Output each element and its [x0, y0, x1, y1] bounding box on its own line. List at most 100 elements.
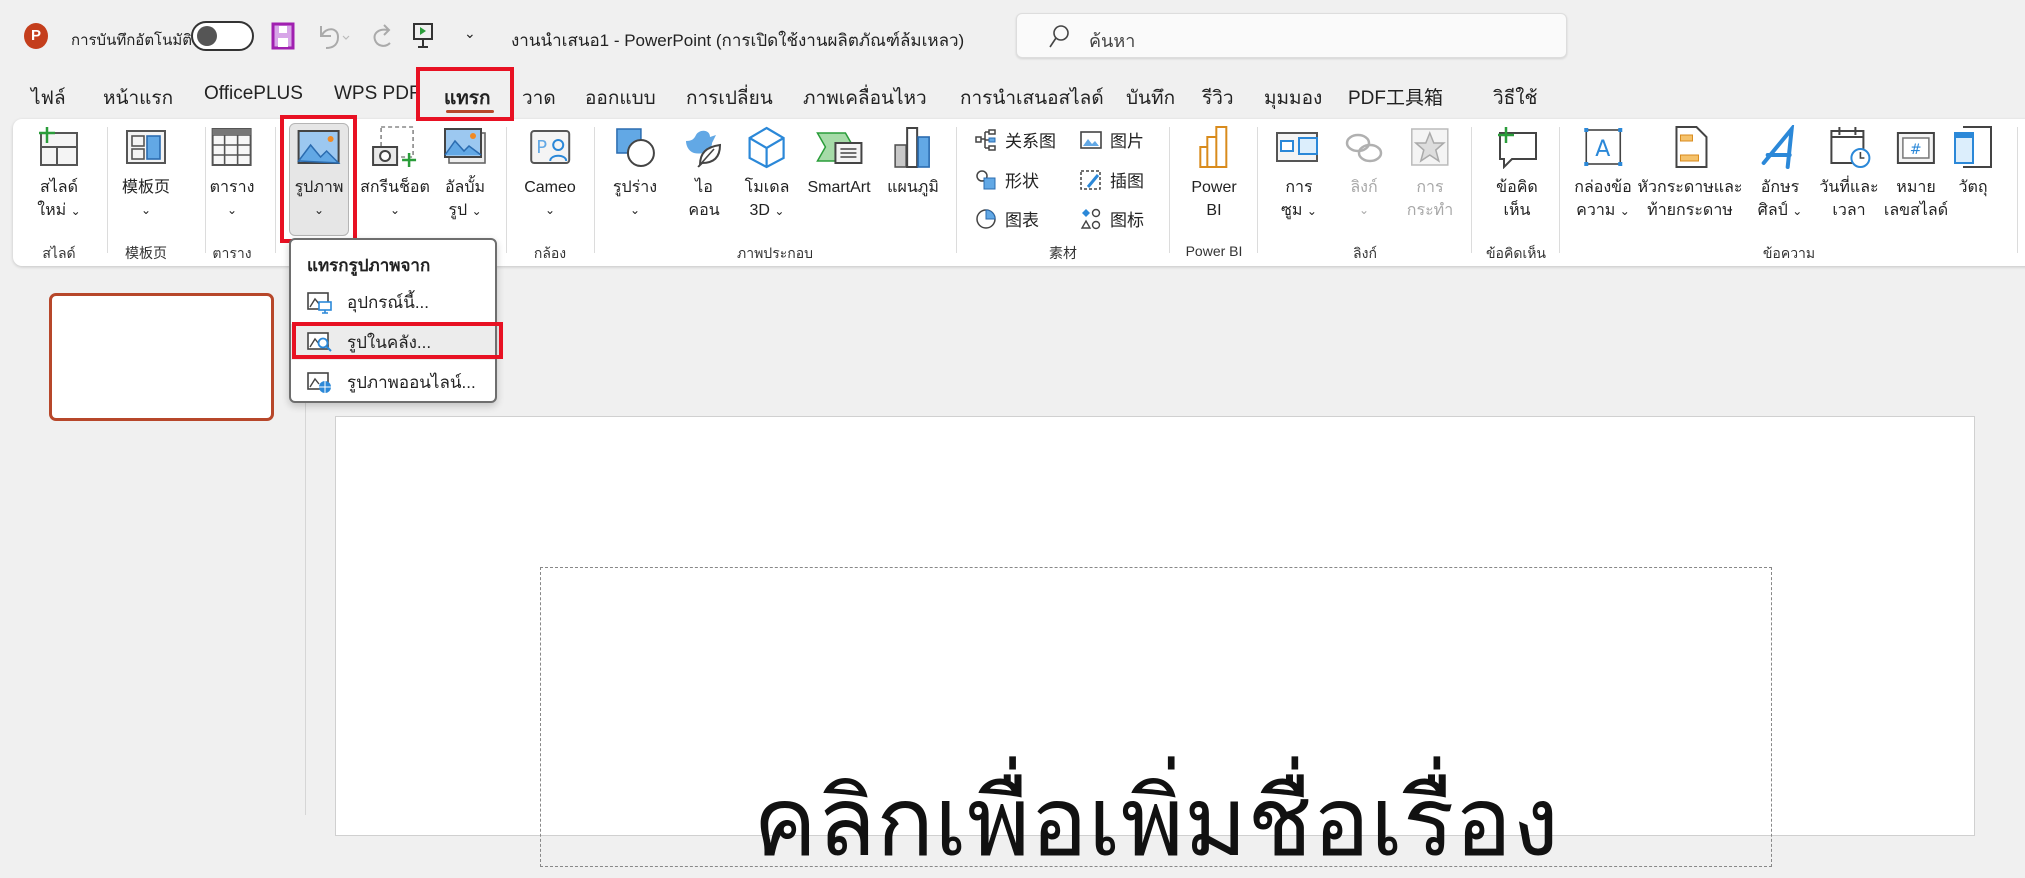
title-placeholder[interactable]: คลิกเพื่อเพิ่มชื่อเรื่อง	[540, 567, 1772, 876]
new-slide-button[interactable]: สไลด์ ใหม่ ⌄	[37, 125, 81, 223]
tab-record[interactable]: บันทึก	[1126, 83, 1175, 113]
template-button[interactable]: 模板页 ⌄	[122, 125, 170, 222]
tab-insert[interactable]: แทรก	[444, 83, 490, 113]
tab-pdf-toolbox[interactable]: PDF工具箱	[1348, 83, 1443, 110]
customize-qat-icon[interactable]: ⌄	[464, 25, 476, 42]
group-label-assets: 素材	[1049, 245, 1077, 261]
search-box[interactable]: ค้นหา	[1016, 13, 1567, 58]
asset-illustration-button[interactable]: 插图	[1080, 167, 1144, 192]
asset-icon-button[interactable]: 图标	[1080, 206, 1144, 231]
icons-icon	[686, 130, 722, 168]
tab-officeplus[interactable]: OfficePLUS	[204, 83, 303, 105]
slide-number-button[interactable]: # หมาย เลขสไลด์	[1884, 125, 1948, 222]
cameo-icon: P	[529, 130, 570, 164]
divider	[956, 127, 957, 253]
calendar-clock-icon	[1830, 127, 1870, 168]
table-label: ตาราง	[209, 179, 255, 196]
asset-picture-button[interactable]: 图片	[1080, 127, 1144, 152]
tab-draw[interactable]: วาด	[522, 83, 556, 113]
asset-label: 关系图	[1005, 132, 1056, 151]
group-label-links: ลิงก์	[1353, 245, 1377, 261]
menu-header: แทรกรูปภาพจาก	[307, 256, 431, 275]
asset-label: 图表	[1005, 211, 1039, 230]
tab-review[interactable]: รีวิว	[1202, 83, 1234, 113]
wordart-button[interactable]: อักษร ศิลป์ ⌄	[1758, 125, 1802, 223]
screenshot-icon	[372, 126, 416, 167]
tab-design[interactable]: ออกแบบ	[585, 83, 656, 113]
tab-view[interactable]: มุมมอง	[1264, 83, 1322, 113]
relationship-diagram-icon	[975, 128, 996, 151]
new-slide-label: สไลด์	[39, 179, 78, 196]
tab-animations[interactable]: ภาพเคลื่อนไหว	[803, 83, 927, 113]
photo-album-label-2: รูป	[448, 202, 468, 219]
chevron-down-icon: ⌄	[70, 204, 81, 218]
table-button[interactable]: ตาราง ⌄	[209, 125, 255, 222]
text-box-label-2: ความ	[1576, 202, 1616, 219]
menu-item-this-device[interactable]: อุปกรณ์นี้...	[291, 284, 495, 320]
picture-button[interactable]: รูปภาพ ⌄	[294, 125, 344, 222]
tab-wps-pdf[interactable]: WPS PDF	[334, 83, 421, 105]
asset-label: 图标	[1110, 211, 1144, 230]
smartart-button[interactable]: SmartArt	[807, 125, 871, 199]
slide-number-label: หมาย	[1896, 179, 1936, 196]
window-title: งานนำเสนอ1 - PowerPoint (การเปิดใช้งานผล…	[511, 31, 965, 50]
menu-item-label: รูปภาพออนไลน์...	[347, 372, 476, 392]
comment-label: ข้อคิด	[1496, 179, 1538, 196]
header-footer-label: หัวกระดาษและ	[1637, 179, 1743, 196]
text-box-button[interactable]: A กล่องข้อ ความ ⌄	[1574, 125, 1632, 223]
menu-item-online-pictures[interactable]: รูปภาพออนไลน์...	[291, 364, 495, 400]
divider	[506, 127, 507, 253]
slide-thumbnail[interactable]	[49, 293, 274, 421]
tab-transitions[interactable]: การเปลี่ยน	[686, 83, 773, 113]
screenshot-button[interactable]: สกรีนช็อต ⌄	[360, 125, 430, 222]
autosave-label: การบันทึกอัตโนมัติ	[71, 32, 192, 49]
new-slide-icon	[39, 127, 78, 166]
asset-relationship-button[interactable]: 关系图	[975, 127, 1056, 152]
wordart-icon	[1761, 125, 1795, 169]
icons-label-2: คอน	[688, 202, 720, 219]
save-icon[interactable]	[271, 22, 295, 50]
present-from-start-icon[interactable]	[412, 22, 434, 50]
link-button[interactable]: ลิงก์ ⌄	[1342, 125, 1386, 222]
slide-number-icon: #	[1897, 132, 1935, 164]
tab-file[interactable]: ไฟล์	[31, 83, 66, 113]
tab-help[interactable]: วิธีใช้	[1493, 83, 1537, 113]
power-bi-button[interactable]: Power BI	[1191, 125, 1237, 222]
picture-label: รูปภาพ	[294, 179, 344, 196]
slide-canvas[interactable]: คลิกเพื่อเพิ่มชื่อเรื่อง	[335, 416, 1975, 876]
tab-slideshow[interactable]: การนำเสนอสไลด์	[960, 83, 1104, 113]
comment-icon	[1498, 127, 1537, 169]
asset-chart-button[interactable]: 图表	[975, 206, 1039, 231]
redo-icon[interactable]	[370, 22, 396, 50]
menu-item-stock-images[interactable]: รูปในคลัง...	[291, 324, 495, 360]
cameo-button[interactable]: P Cameo ⌄	[524, 125, 576, 222]
undo-icon[interactable]	[315, 22, 351, 50]
asset-shapes-button[interactable]: 形状	[975, 167, 1039, 192]
tab-home[interactable]: หน้าแรก	[103, 83, 173, 113]
photo-album-button[interactable]: อัลบั้มรูป ⌄	[443, 125, 487, 223]
chevron-down-icon: ⌄	[1619, 204, 1630, 218]
chevron-down-icon: ⌄	[471, 204, 482, 218]
action-label: การ	[1416, 179, 1444, 196]
object-button[interactable]: วัตถุ	[1951, 125, 1995, 199]
action-button[interactable]: การ กระทำ	[1407, 125, 1453, 222]
icons-button[interactable]: ไอ คอน	[682, 125, 726, 222]
date-time-label-2: เวลา	[1832, 202, 1866, 219]
asset-label: 插图	[1110, 172, 1144, 191]
3d-models-label-2: 3D	[749, 202, 770, 219]
photo-album-label: อัลบั้ม	[444, 179, 486, 196]
autosave-toggle[interactable]	[191, 21, 254, 51]
zoom-button[interactable]: การ ซูม ⌄	[1275, 125, 1323, 223]
divider	[1169, 127, 1170, 253]
shapes-button[interactable]: รูปร่าง ⌄	[613, 125, 657, 222]
header-footer-label-2: ท้ายกระดาษ	[1647, 202, 1733, 219]
header-footer-button[interactable]: หัวกระดาษและท้ายกระดาษ	[1637, 125, 1743, 222]
power-bi-label-2: BI	[1206, 202, 1222, 219]
chevron-down-icon: ⌄	[226, 203, 238, 217]
new-comment-button[interactable]: ข้อคิด เห็น	[1494, 125, 1540, 222]
date-time-label: วันที่และ	[1819, 179, 1879, 196]
date-time-button[interactable]: วันที่และเวลา	[1819, 125, 1879, 222]
chart-button[interactable]: แผนภูมิ	[887, 125, 939, 199]
3d-models-button[interactable]: โมเดล 3D ⌄	[745, 125, 789, 223]
cube-icon	[748, 126, 786, 169]
